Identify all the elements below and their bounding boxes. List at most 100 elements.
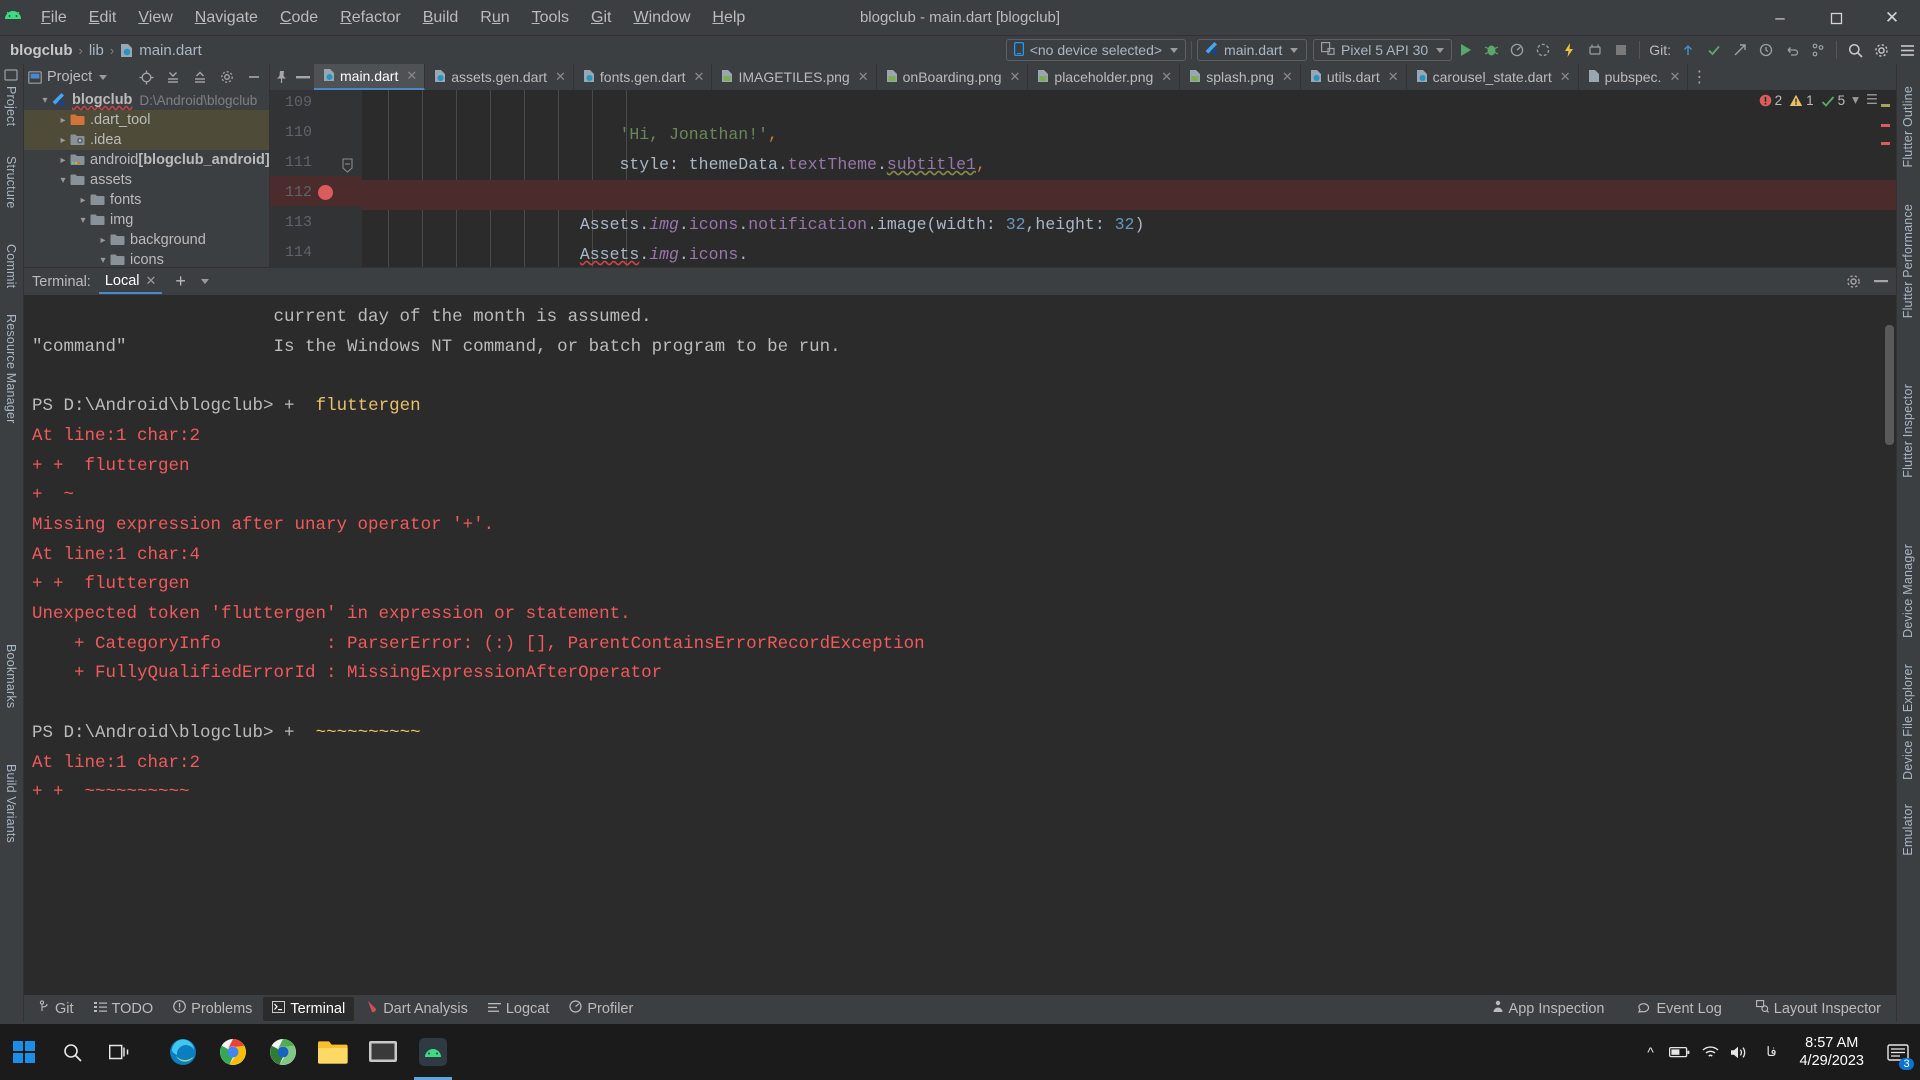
emulator-selector[interactable]: Pixel 5 API 30 bbox=[1313, 39, 1453, 61]
editor-tab-splash-png[interactable]: splash.png ✕ bbox=[1180, 64, 1301, 90]
menu-view[interactable]: View bbox=[127, 5, 183, 31]
run-button[interactable] bbox=[1452, 37, 1478, 63]
bottom-tab-terminal[interactable]: Terminal bbox=[263, 996, 355, 1021]
close-icon[interactable]: ✕ bbox=[1010, 69, 1021, 85]
taskbar-app-chrome-canary-icon[interactable] bbox=[258, 1024, 308, 1080]
tree-item-android[interactable]: ▸ android [blogclub_android] bbox=[24, 150, 269, 170]
menu-code[interactable]: Code bbox=[269, 5, 329, 31]
rail-label-bookmarks[interactable]: Bookmarks bbox=[4, 644, 18, 708]
stop-button[interactable] bbox=[1608, 37, 1634, 63]
taskbar-app-media-player-icon[interactable] bbox=[358, 1024, 408, 1080]
tree-item-background[interactable]: ▸ background bbox=[24, 230, 269, 250]
chevron-down-icon[interactable] bbox=[200, 279, 209, 284]
menu-run[interactable]: Run bbox=[469, 5, 520, 31]
close-icon[interactable]: ✕ bbox=[1161, 69, 1172, 85]
tab-list-menu-icon[interactable]: ⋮ bbox=[1688, 64, 1710, 90]
code-editor[interactable]: 109 110 111 112 113 114 'Hi, Jonathan!',… bbox=[270, 90, 1896, 267]
chevron-down-icon[interactable]: ▾ bbox=[96, 255, 110, 266]
tree-item-blogclub[interactable]: ▾ blogclub D:\Android\blogclub bbox=[24, 90, 269, 110]
tree-item-idea[interactable]: ▸ .idea bbox=[24, 130, 269, 150]
scrollbar-error-marker[interactable] bbox=[1881, 124, 1890, 127]
windows-start-icon[interactable] bbox=[0, 1024, 48, 1080]
rail-label-resource-manager[interactable]: Resource Manager bbox=[4, 314, 18, 424]
maximize-button[interactable] bbox=[1808, 0, 1864, 36]
taskbar-search-icon[interactable] bbox=[48, 1024, 96, 1080]
code-fold-marker[interactable] bbox=[342, 158, 353, 176]
chevron-right-icon[interactable]: ▸ bbox=[56, 155, 70, 166]
editor-tab-imagetiles-png[interactable]: IMAGETILES.png ✕ bbox=[712, 64, 877, 90]
inspection-weak-warnings[interactable]: 5 bbox=[1821, 93, 1845, 108]
tab-pin-icon[interactable] bbox=[270, 64, 292, 90]
menu-tools[interactable]: Tools bbox=[521, 5, 580, 31]
settings-icon[interactable] bbox=[1868, 37, 1894, 63]
rail-label-commit[interactable]: Commit bbox=[4, 244, 18, 288]
search-icon[interactable] bbox=[1842, 37, 1868, 63]
close-icon[interactable]: ✕ bbox=[146, 273, 157, 289]
terminal-tab-local[interactable]: Local ✕ bbox=[98, 270, 163, 294]
editor-tab-pubspec[interactable]: pubspec. ✕ bbox=[1579, 64, 1689, 90]
editor-tab-assets-gen-dart[interactable]: assets.gen.dart ✕ bbox=[425, 64, 574, 90]
git-rollback-button[interactable] bbox=[1779, 37, 1805, 63]
code-content[interactable]: 'Hi, Jonathan!', style: themeData.textTh… bbox=[362, 90, 1896, 267]
bottom-tab-problems[interactable]: Problems bbox=[164, 996, 261, 1021]
breadcrumb-file[interactable]: main.dart bbox=[139, 42, 202, 59]
close-icon[interactable]: ✕ bbox=[406, 68, 417, 84]
rail-label-project[interactable]: Project bbox=[4, 86, 18, 126]
run-configuration-selector[interactable]: main.dart bbox=[1197, 39, 1308, 61]
task-view-icon[interactable] bbox=[96, 1024, 144, 1080]
rail-label-device-file-explorer[interactable]: Device File Explorer bbox=[1901, 664, 1915, 780]
debug-button[interactable] bbox=[1478, 37, 1504, 63]
hide-editor-button[interactable] bbox=[292, 64, 314, 90]
close-icon[interactable]: ✕ bbox=[1669, 69, 1680, 85]
menu-file[interactable]: File bbox=[30, 5, 78, 31]
collapse-all-button[interactable] bbox=[189, 66, 211, 88]
run-with-coverage-button[interactable] bbox=[1530, 37, 1556, 63]
breadcrumb-project[interactable]: blogclub bbox=[10, 42, 73, 59]
terminal-output[interactable]: current day of the month is assumed. "co… bbox=[24, 295, 1896, 995]
hamburger-icon[interactable] bbox=[1894, 37, 1920, 63]
menu-navigate[interactable]: Navigate bbox=[184, 5, 269, 31]
tree-item-assets[interactable]: ▾ assets bbox=[24, 170, 269, 190]
hot-reload-button[interactable] bbox=[1556, 37, 1582, 63]
git-commit-button[interactable] bbox=[1701, 37, 1727, 63]
close-icon[interactable]: ✕ bbox=[555, 69, 566, 85]
minimize-icon[interactable] bbox=[1870, 271, 1892, 293]
rail-label-flutter-inspector[interactable]: Flutter Inspector bbox=[1901, 384, 1915, 478]
hide-panel-button[interactable] bbox=[243, 66, 265, 88]
close-button[interactable]: ✕ bbox=[1864, 0, 1920, 36]
rail-label-flutter-performance[interactable]: Flutter Performance bbox=[1901, 204, 1915, 318]
rail-label-build-variants[interactable]: Build Variants bbox=[4, 764, 18, 843]
bottom-tab-logcat[interactable]: Logcat bbox=[479, 997, 559, 1021]
close-icon[interactable]: ✕ bbox=[858, 69, 869, 85]
close-icon[interactable]: ✕ bbox=[1560, 69, 1571, 85]
terminal-settings-icon[interactable] bbox=[1842, 271, 1864, 293]
editor-tab-fonts-gen-dart[interactable]: fonts.gen.dart ✕ bbox=[574, 64, 713, 90]
menu-build[interactable]: Build bbox=[412, 5, 470, 31]
taskbar-clock[interactable]: 8:57 AM 4/29/2023 bbox=[1787, 1034, 1876, 1070]
editor-tab-carousel-state-dart[interactable]: carousel_state.dart ✕ bbox=[1407, 64, 1579, 90]
tree-item-fonts[interactable]: ▸ fonts bbox=[24, 190, 269, 210]
profile-button[interactable] bbox=[1504, 37, 1530, 63]
breakpoint-marker[interactable] bbox=[318, 185, 333, 200]
close-icon[interactable]: ✕ bbox=[694, 69, 705, 85]
chevron-right-icon[interactable]: ▸ bbox=[56, 135, 70, 146]
rail-label-device-manager[interactable]: Device Manager bbox=[1901, 544, 1915, 638]
device-selector[interactable]: <no device selected> bbox=[1005, 39, 1187, 61]
bottom-tab-event-log[interactable]: Event Log bbox=[1629, 997, 1730, 1021]
language-indicator[interactable]: فا bbox=[1755, 1024, 1787, 1080]
menu-refactor[interactable]: Refactor bbox=[329, 5, 411, 31]
bottom-tab-profiler[interactable]: Profiler bbox=[560, 996, 642, 1021]
editor-gutter[interactable]: 109 110 111 112 113 114 bbox=[270, 90, 362, 267]
terminal-scrollbar[interactable] bbox=[1885, 325, 1894, 445]
bottom-tab-layout-inspector[interactable]: Layout Inspector bbox=[1747, 996, 1890, 1021]
minimize-button[interactable]: – bbox=[1752, 0, 1808, 36]
menu-edit[interactable]: Edit bbox=[78, 5, 128, 31]
project-panel-settings-icon[interactable] bbox=[216, 66, 238, 88]
tree-item-icons[interactable]: ▾ icons bbox=[24, 250, 269, 267]
bottom-tab-dart-analysis[interactable]: Dart Analysis bbox=[356, 996, 477, 1021]
expand-all-button[interactable] bbox=[162, 66, 184, 88]
taskbar-app-google-chrome-icon[interactable] bbox=[208, 1024, 258, 1080]
inspection-errors[interactable]: 2 bbox=[1759, 93, 1782, 108]
taskbar-app-android-studio-icon[interactable] bbox=[408, 1024, 458, 1080]
chevron-down-icon[interactable]: ▾ bbox=[76, 215, 90, 226]
